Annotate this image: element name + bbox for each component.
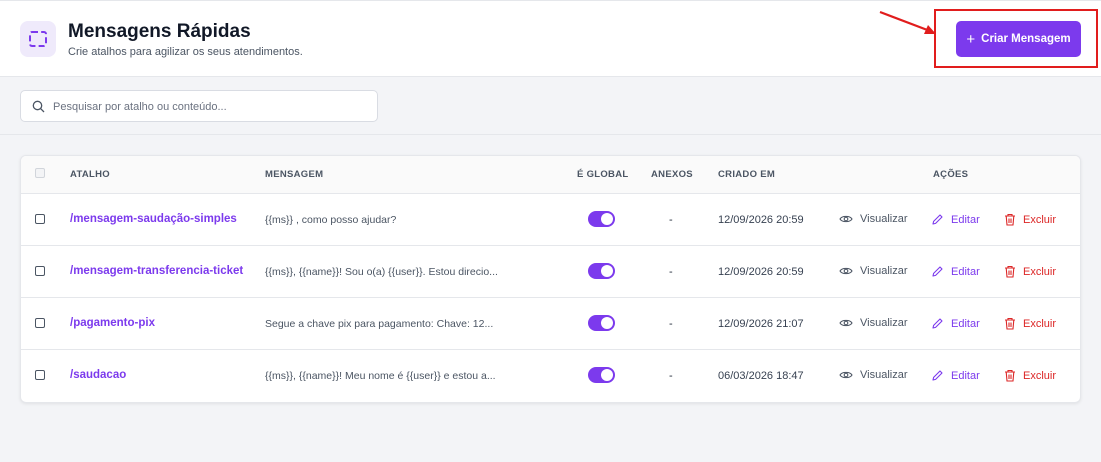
page-title: Mensagens Rápidas xyxy=(68,21,251,42)
messages-table: ATALHO MENSAGEM É GLOBAL ANEXOS CRIADO E… xyxy=(20,155,1081,403)
view-button[interactable]: Visualizar xyxy=(839,213,908,225)
column-header-actions: AÇÕES xyxy=(933,169,969,180)
trash-icon xyxy=(1005,317,1015,330)
edit-label: Editar xyxy=(951,213,980,226)
row-shortcut: /mensagem-transferencia-ticket xyxy=(70,265,244,277)
delete-label: Excluir xyxy=(1023,317,1057,330)
delete-label: Excluir xyxy=(1023,369,1057,382)
trash-icon xyxy=(1005,213,1015,226)
column-header-message: MENSAGEM xyxy=(265,169,324,180)
edit-button[interactable]: Editar xyxy=(931,213,980,226)
view-button[interactable]: Visualizar xyxy=(839,317,908,329)
pencil-icon xyxy=(932,318,943,329)
view-button[interactable]: Visualizar xyxy=(839,265,908,277)
select-all-checkbox[interactable] xyxy=(35,168,45,178)
global-toggle[interactable] xyxy=(588,315,615,331)
row-message: {{ms}} , como posso ajudar? xyxy=(265,214,397,226)
eye-icon xyxy=(839,215,853,223)
dashed-square-icon xyxy=(20,21,56,57)
global-toggle[interactable] xyxy=(588,263,615,279)
view-label: Visualizar xyxy=(860,369,908,381)
row-checkbox[interactable] xyxy=(35,370,45,380)
row-created: 12/09/2026 20:59 xyxy=(718,266,804,278)
edit-label: Editar xyxy=(951,317,980,330)
pencil-icon xyxy=(932,266,943,277)
edit-button[interactable]: Editar xyxy=(931,317,980,330)
view-button[interactable]: Visualizar xyxy=(839,369,908,381)
row-message: {{ms}}, {{name}}! Meu nome é {{user}} e … xyxy=(265,370,496,382)
search-icon xyxy=(32,100,45,113)
global-toggle[interactable] xyxy=(588,211,615,227)
column-header-created: CRIADO EM xyxy=(718,169,776,180)
row-shortcut: /saudacao xyxy=(70,369,127,381)
table-row: /mensagem-transferencia-ticket {{ms}}, {… xyxy=(21,246,1080,298)
search-input[interactable] xyxy=(53,97,363,117)
row-created: 12/09/2026 20:59 xyxy=(718,214,804,226)
table-row: /pagamento-pix Segue a chave pix para pa… xyxy=(21,298,1080,350)
row-checkbox[interactable] xyxy=(35,214,45,224)
eye-icon xyxy=(839,267,853,275)
edit-button[interactable]: Editar xyxy=(931,369,980,382)
view-label: Visualizar xyxy=(860,213,908,225)
eye-icon xyxy=(839,371,853,379)
row-checkbox[interactable] xyxy=(35,266,45,276)
table-header: ATALHO MENSAGEM É GLOBAL ANEXOS CRIADO E… xyxy=(21,156,1080,194)
global-toggle[interactable] xyxy=(588,367,615,383)
row-message: Segue a chave pix para pagamento: Chave:… xyxy=(265,318,494,330)
eye-icon xyxy=(839,319,853,327)
pencil-icon xyxy=(932,214,943,225)
edit-button[interactable]: Editar xyxy=(931,265,980,278)
trash-icon xyxy=(1005,369,1015,382)
row-attachments: - xyxy=(669,318,673,330)
create-message-label: Criar Mensagem xyxy=(981,33,1071,45)
row-created: 12/09/2026 21:07 xyxy=(718,318,804,330)
row-attachments: - xyxy=(669,214,673,226)
delete-button[interactable]: Excluir xyxy=(1004,369,1056,382)
pencil-icon xyxy=(932,370,943,381)
row-attachments: - xyxy=(669,370,673,382)
column-header-attachments: ANEXOS xyxy=(651,169,693,180)
edit-label: Editar xyxy=(951,369,980,382)
row-checkbox[interactable] xyxy=(35,318,45,328)
delete-label: Excluir xyxy=(1023,265,1057,278)
edit-label: Editar xyxy=(951,265,980,278)
page-subtitle: Crie atalhos para agilizar os seus atend… xyxy=(68,46,303,58)
row-attachments: - xyxy=(669,266,673,278)
delete-button[interactable]: Excluir xyxy=(1004,265,1056,278)
search-bar-area xyxy=(0,77,1101,135)
row-message: {{ms}}, {{name}}! Sou o(a) {{user}}. Est… xyxy=(265,266,498,278)
red-arrow-annotation xyxy=(879,10,936,34)
table-row: /saudacao {{ms}}, {{name}}! Meu nome é {… xyxy=(21,350,1080,402)
view-label: Visualizar xyxy=(860,317,908,329)
column-header-shortcut: ATALHO xyxy=(70,169,110,180)
row-shortcut: /pagamento-pix xyxy=(70,317,155,329)
row-created: 06/03/2026 18:47 xyxy=(718,370,804,382)
view-label: Visualizar xyxy=(860,265,908,277)
column-header-global: É GLOBAL xyxy=(577,169,629,180)
delete-button[interactable]: Excluir xyxy=(1004,317,1056,330)
table-row: /mensagem-saudação-simples {{ms}} , como… xyxy=(21,194,1080,246)
row-shortcut: /mensagem-saudação-simples xyxy=(70,213,237,225)
search-box xyxy=(20,90,378,122)
trash-icon xyxy=(1005,265,1015,278)
plus-icon: + xyxy=(966,30,976,48)
delete-button[interactable]: Excluir xyxy=(1004,213,1056,226)
delete-label: Excluir xyxy=(1023,213,1057,226)
create-message-button[interactable]: + Criar Mensagem xyxy=(956,21,1081,57)
